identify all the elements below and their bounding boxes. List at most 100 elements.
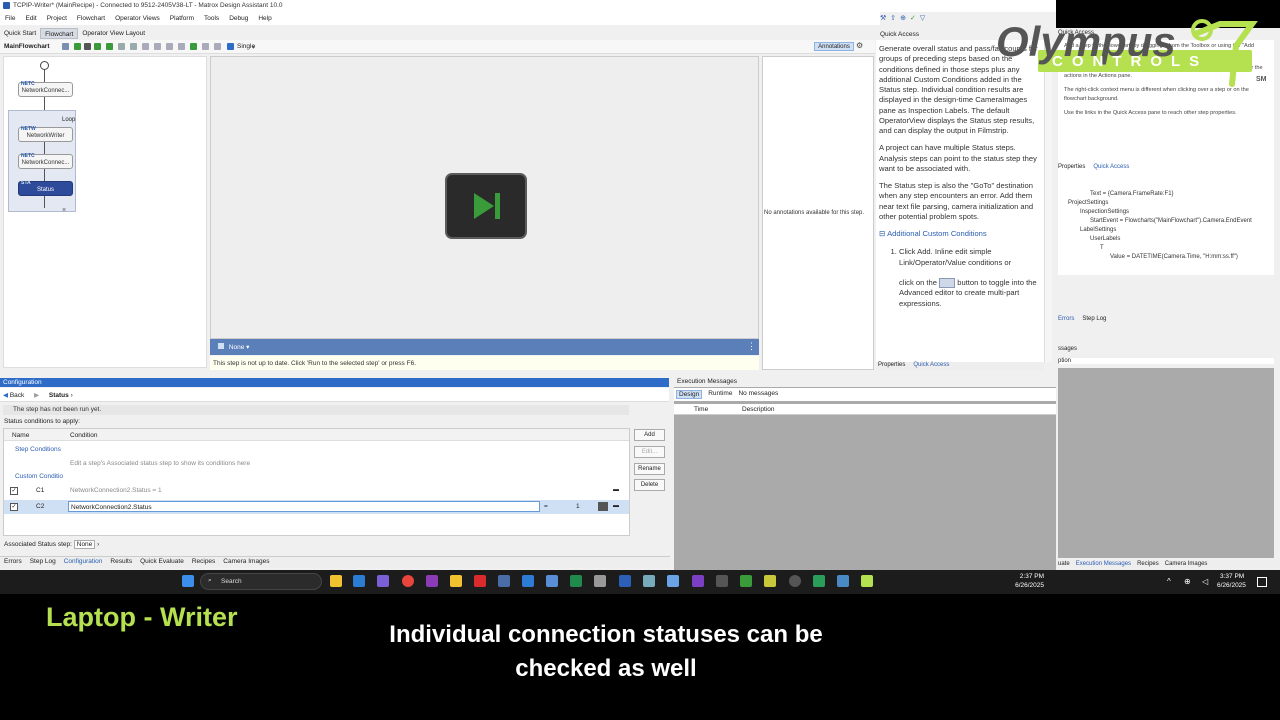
tree-item[interactable]: UserLabels xyxy=(1058,235,1274,244)
tools-icon[interactable]: ⚒ xyxy=(880,14,886,24)
visual-studio-icon[interactable] xyxy=(692,575,704,587)
more-options-icon[interactable]: ⋮ xyxy=(747,341,756,352)
menu-platform[interactable]: Platform xyxy=(170,15,194,22)
navigate-icon[interactable]: ⊕ xyxy=(900,14,906,24)
tree-item[interactable]: T xyxy=(1058,244,1274,253)
up-icon[interactable]: ⇧ xyxy=(890,14,896,24)
tab-step-log[interactable]: Step Log xyxy=(30,558,56,567)
gear-icon[interactable]: ⚙ xyxy=(856,41,863,50)
menu-tools[interactable]: Tools xyxy=(204,15,219,22)
app-icon[interactable] xyxy=(813,575,825,587)
taskbar-search[interactable]: ⌕ Search xyxy=(200,573,322,590)
tab-recipes[interactable]: Recipes xyxy=(192,558,215,567)
checkbox-icon[interactable]: ✓ xyxy=(10,487,18,495)
tab-errors[interactable]: Errors xyxy=(1058,316,1074,325)
tab-quick-evaluate[interactable]: uate xyxy=(1058,561,1070,569)
start-node[interactable] xyxy=(40,61,49,70)
run-icon[interactable] xyxy=(74,43,81,50)
tab-flowchart[interactable]: Flowchart xyxy=(40,28,79,39)
tab-runtime[interactable]: Runtime xyxy=(708,390,732,399)
chevron-down-icon[interactable]: ▾ xyxy=(252,43,255,51)
word-icon[interactable] xyxy=(619,575,631,587)
edit-button[interactable]: Edit... xyxy=(634,446,665,458)
notification-icon[interactable] xyxy=(1257,577,1267,587)
sticky-notes-icon[interactable] xyxy=(450,575,462,587)
section-title[interactable]: Additional Custom Conditions xyxy=(887,229,987,238)
menu-operator-views[interactable]: Operator Views xyxy=(115,15,160,22)
additional-conditions-section[interactable]: ⊟ Additional Custom Conditions xyxy=(879,229,1040,239)
chart-icon[interactable] xyxy=(202,43,209,50)
file-explorer-icon[interactable] xyxy=(330,575,342,587)
menu-project[interactable]: Project xyxy=(47,15,67,22)
run-to-step-button[interactable] xyxy=(445,173,527,239)
app-icon[interactable] xyxy=(594,575,606,587)
step-networkconnection2[interactable]: NETC NetworkConnec... xyxy=(18,153,73,169)
app-icon[interactable] xyxy=(740,575,752,587)
forward-arrow-icon[interactable]: ▶ xyxy=(34,392,39,399)
step-status-selected[interactable]: STA Status xyxy=(18,180,73,196)
terminal-icon[interactable] xyxy=(716,575,728,587)
chevron-up-icon[interactable]: ^ xyxy=(1167,577,1171,586)
chevron-right-icon[interactable]: › xyxy=(71,392,73,399)
menu-edit[interactable]: Edit xyxy=(25,15,36,22)
checkbox-icon[interactable]: ✓ xyxy=(10,503,18,511)
tab-properties[interactable]: Properties xyxy=(878,362,905,371)
tab-recipes[interactable]: Recipes xyxy=(1137,561,1159,569)
menu-help[interactable]: Help xyxy=(258,15,271,22)
tab-quick-evaluate[interactable]: Quick Evaluate xyxy=(140,558,184,567)
collapse-icon[interactable]: ⊟ xyxy=(879,229,885,238)
acrobat-icon[interactable] xyxy=(474,575,486,587)
add-step-icon[interactable] xyxy=(62,43,69,50)
teams-icon[interactable] xyxy=(353,575,365,587)
tab-step-log[interactable]: Step Log xyxy=(1082,316,1106,325)
value-input[interactable]: 1 xyxy=(576,503,580,510)
delete-button[interactable]: Delete xyxy=(634,479,665,491)
step-networkwriter[interactable]: NETW NetworkWriter xyxy=(18,126,73,142)
network-icon[interactable]: ⊕ xyxy=(1184,577,1191,586)
app-icon[interactable] xyxy=(764,575,776,587)
grid-icon[interactable] xyxy=(166,43,173,50)
tree-item[interactable]: InspectionSettings xyxy=(1058,208,1274,217)
layout-icon[interactable] xyxy=(142,43,149,50)
back-arrow-icon[interactable]: ◀ xyxy=(3,392,8,399)
stop-icon[interactable] xyxy=(118,43,125,50)
app-icon[interactable] xyxy=(837,575,849,587)
annotations-toggle[interactable]: Annotations xyxy=(814,42,854,51)
settings-icon[interactable] xyxy=(498,575,510,587)
condition-link-input[interactable]: NetworkConnection2.Status xyxy=(68,501,540,512)
rename-button[interactable]: Rename xyxy=(634,463,665,475)
tree-item[interactable]: LabelSettings xyxy=(1058,226,1274,235)
tab-results[interactable]: Results xyxy=(110,558,132,567)
app-icon[interactable] xyxy=(522,575,534,587)
tab-errors[interactable]: Errors xyxy=(4,558,22,567)
tab-configuration[interactable]: Configuration xyxy=(64,558,103,567)
app-icon[interactable] xyxy=(643,575,655,587)
excel-icon[interactable] xyxy=(570,575,582,587)
tab-execution-messages[interactable]: Execution Messages xyxy=(1076,561,1131,569)
image-icon[interactable] xyxy=(214,43,221,50)
app-icon[interactable] xyxy=(377,575,389,587)
step-icon[interactable] xyxy=(84,43,91,50)
chevron-down-icon[interactable]: ▾ xyxy=(246,344,249,351)
tab-properties[interactable]: Properties xyxy=(1058,164,1085,174)
tree-item[interactable]: StartEvent = Flowcharts("MainFlowchart")… xyxy=(1058,217,1274,226)
app-icon[interactable] xyxy=(789,575,801,587)
app-icon[interactable] xyxy=(546,575,558,587)
assoc-select[interactable]: None xyxy=(73,540,96,549)
tree-item[interactable]: ProjectSettings xyxy=(1058,199,1274,208)
align-icon[interactable] xyxy=(178,43,185,50)
flowchart-canvas[interactable]: NETC NetworkConnec... Loop NETW NetworkW… xyxy=(3,56,207,368)
flowchart-name[interactable]: MainFlowchart xyxy=(4,43,50,50)
operator-select[interactable]: = xyxy=(544,503,548,510)
volume-icon[interactable]: ◁ xyxy=(1202,577,1208,586)
start-icon[interactable] xyxy=(182,575,194,587)
tab-quick-start[interactable]: Quick Start xyxy=(0,28,40,39)
tree-item[interactable]: Value = DATETIME(Camera.Time, "H:mm:ss.f… xyxy=(1058,253,1274,262)
tab-design[interactable]: Design xyxy=(676,390,703,399)
tab-quick-access[interactable]: Quick Access xyxy=(1093,164,1129,174)
chevron-right-icon[interactable]: › xyxy=(97,541,99,548)
camera-image-canvas[interactable] xyxy=(210,56,759,339)
image-selector[interactable]: None xyxy=(229,344,245,351)
back-button[interactable]: Back xyxy=(10,392,24,399)
run-to-step-icon[interactable] xyxy=(106,43,113,50)
